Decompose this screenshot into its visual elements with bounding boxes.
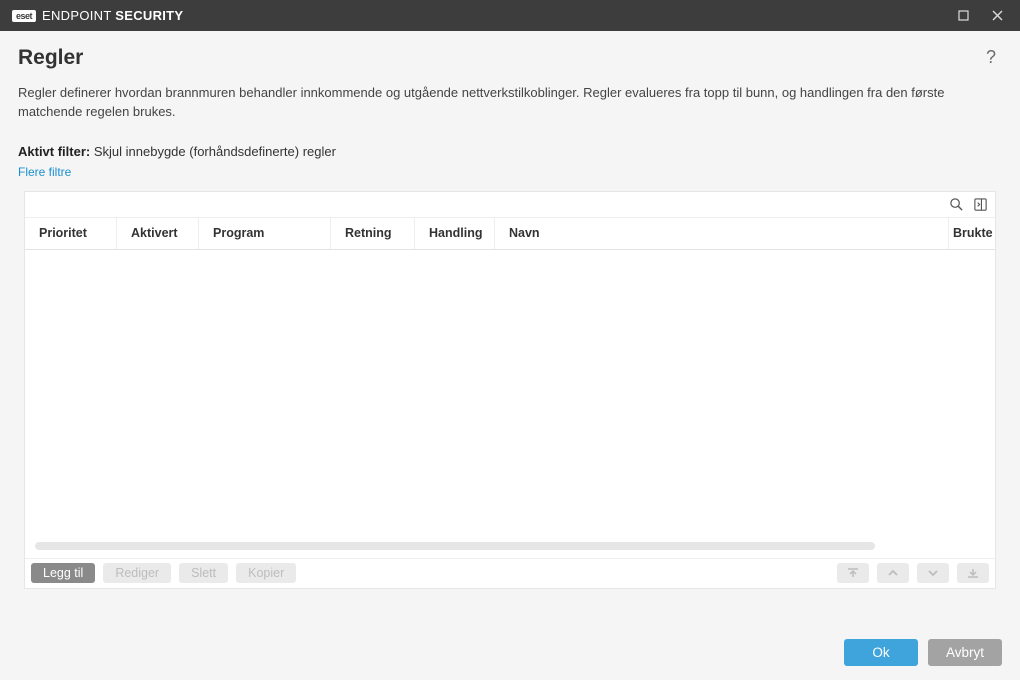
brand: eset ENDPOINT SECURITY [12,8,183,23]
copy-button: Kopier [236,563,296,583]
move-up-button [877,563,909,583]
column-header-priority[interactable]: Prioritet [25,218,117,249]
column-header-program[interactable]: Program [199,218,331,249]
maximize-button[interactable] [946,0,980,31]
move-down-button [917,563,949,583]
horizontal-scrollbar[interactable] [35,542,875,550]
page-description: Regler definerer hvordan brannmuren beha… [18,84,988,122]
table-body [25,250,995,558]
add-button[interactable]: Legg til [31,563,95,583]
brand-text: ENDPOINT SECURITY [42,8,183,23]
delete-button: Slett [179,563,228,583]
help-icon[interactable]: ? [980,45,1002,70]
page-title: Regler [18,46,83,70]
column-header-name[interactable]: Navn [495,218,949,249]
ok-button[interactable]: Ok [844,639,918,666]
table-header: Prioritet Aktivert Program Retning Handl… [25,218,995,250]
column-header-action[interactable]: Handling [415,218,495,249]
dialog-buttons: Ok Avbryt [844,639,1002,666]
active-filter-line: Aktivt filter: Skjul innebygde (forhånds… [18,144,1002,159]
move-bottom-button [957,563,989,583]
edit-button: Rediger [103,563,171,583]
window-controls [946,0,1014,31]
active-filter-label: Aktivt filter: [18,144,90,159]
panel-toolbar [25,192,995,218]
brand-badge: eset [12,10,36,22]
close-button[interactable] [980,0,1014,31]
more-filters-link[interactable]: Flere filtre [18,165,71,179]
content-area: Regler ? Regler definerer hvordan brannm… [0,31,1020,601]
column-header-direction[interactable]: Retning [331,218,415,249]
active-filter-value: Skjul innebygde (forhåndsdefinerte) regl… [94,144,336,159]
rules-panel: Prioritet Aktivert Program Retning Handl… [24,191,996,589]
column-header-used[interactable]: Brukte [949,218,995,249]
search-icon[interactable] [945,194,967,214]
columns-icon[interactable] [969,194,991,214]
move-top-button [837,563,869,583]
panel-footer: Legg til Rediger Slett Kopier [25,558,995,588]
column-header-activated[interactable]: Aktivert [117,218,199,249]
cancel-button[interactable]: Avbryt [928,639,1002,666]
title-bar: eset ENDPOINT SECURITY [0,0,1020,31]
